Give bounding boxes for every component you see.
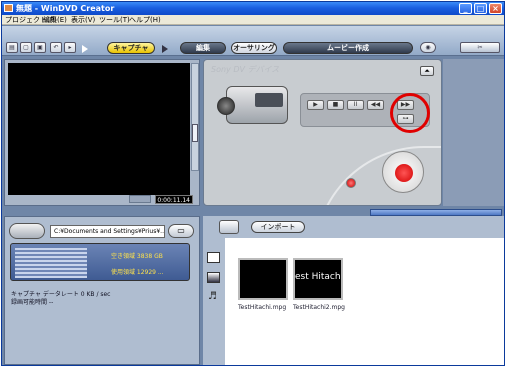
right-panel-strip [443,59,504,206]
record-button[interactable] [382,151,424,193]
redo-icon[interactable]: ▸ [64,42,76,53]
volume-slider-thumb[interactable] [192,124,198,142]
main-toolbar: ▤ ▢ ▣ ↶ ▸ キャプチャ 編集 オーサリング ムービー作成 ◉ ✂ [2,26,504,56]
import-button[interactable]: インポート [251,221,305,233]
maximize-button[interactable]: □ [474,3,487,14]
image-media-icon[interactable] [207,272,220,283]
pause-icon[interactable]: II [347,100,364,110]
window-title: 無題 - WinDVD Creator [16,4,115,13]
media-thumbnail[interactable]: est Hitach [293,258,343,300]
time-counter: 0:00:11.14 [155,195,193,204]
audio-media-icon[interactable]: ♬ [208,291,217,302]
title-bar: 無題 - WinDVD Creator _ □ × [2,2,504,15]
undo-icon[interactable]: ↶ [50,42,62,53]
tab-make-movie[interactable]: ムービー作成 [283,42,413,54]
video-preview [8,63,190,195]
eject-icon[interactable]: ⏶ [420,66,434,76]
open-project-icon[interactable]: ▢ [20,42,32,53]
tab-authoring[interactable]: オーサリング [231,42,277,54]
device-title: Sony DV デバイス [211,65,280,74]
preview-panel: 0:00:11.14 [4,59,200,206]
stop-icon[interactable]: ■ [327,100,344,110]
tab-capture[interactable]: キャプチャ [107,42,155,54]
media-type-sidebar: ♬ [203,238,225,365]
library-toolbar [203,216,504,238]
drive-usage-meter: 空き領域 3838 GB 使用領域 12929 ... [10,243,190,281]
media-filename: TestHitachi.mpg [238,304,287,311]
new-project-icon[interactable]: ▤ [6,42,18,53]
free-space-label: 空き領域 3838 GB [111,253,163,260]
save-project-icon[interactable]: ▣ [34,42,46,53]
media-thumbnail[interactable] [238,258,288,300]
highlight-circle [390,93,430,133]
hard-drive-icon [9,223,45,239]
disc-icon[interactable]: ◉ [420,42,436,53]
volume-slider[interactable] [191,63,199,171]
play-icon[interactable]: ▶ [307,100,324,110]
capture-status: キャプチャ データレート 0 KB / sec 録画可能時間 -- [11,291,110,307]
menu-edit[interactable]: 編集(E) [43,15,67,25]
data-rate-text: キャプチャ データレート 0 KB / sec [11,291,111,298]
record-icon [395,164,413,182]
capture-path-field[interactable]: C:¥Documents and Settings¥Prius¥... [50,225,165,238]
step-arrow-icon [82,45,88,53]
menu-view[interactable]: 表示(V) [71,15,95,25]
app-icon [4,4,13,12]
device-control-panel: Sony DV デバイス ⏶ ▶ ■ II ◀◀ ▶▶ ⊶ [203,59,442,206]
app-window: 無題 - WinDVD Creator _ □ × プロジェクト(P) 編集(E… [1,1,505,366]
tab-edit[interactable]: 編集 [180,42,226,54]
step-arrow-icon [162,45,168,53]
usage-bars [15,248,87,278]
timecode-button[interactable] [129,195,151,203]
used-space-label: 使用領域 12929 ... [111,269,164,276]
menu-help[interactable]: ヘルプ(H) [129,15,161,25]
tools-icon[interactable]: ✂ [460,42,500,53]
thumbnail-text: est Hitach [295,272,341,282]
video-media-icon[interactable] [207,252,220,263]
menu-bar: プロジェクト(P) 編集(E) 表示(V) ツール(T) ヘルプ(H) [2,15,504,25]
browse-folder-button[interactable]: ▭ [168,224,194,238]
camcorder-icon [217,86,288,124]
recordable-time-text: 録画可能時間 -- [11,299,54,306]
minimize-button[interactable]: _ [459,3,472,14]
folder-icon[interactable] [219,220,239,234]
close-button[interactable]: × [489,3,502,14]
rewind-icon[interactable]: ◀◀ [367,100,384,110]
capture-progress-bar [370,209,502,216]
media-library-panel: インポート ♬ TestHitachi.mpg est Hitach TestH… [203,216,504,365]
media-filename: TestHitachi2.mpg [293,304,345,311]
capture-settings-panel: C:¥Documents and Settings¥Prius¥... ▭ 空き… [4,216,200,365]
menu-tools[interactable]: ツール(T) [99,15,130,25]
record-indicator-icon [346,178,356,188]
